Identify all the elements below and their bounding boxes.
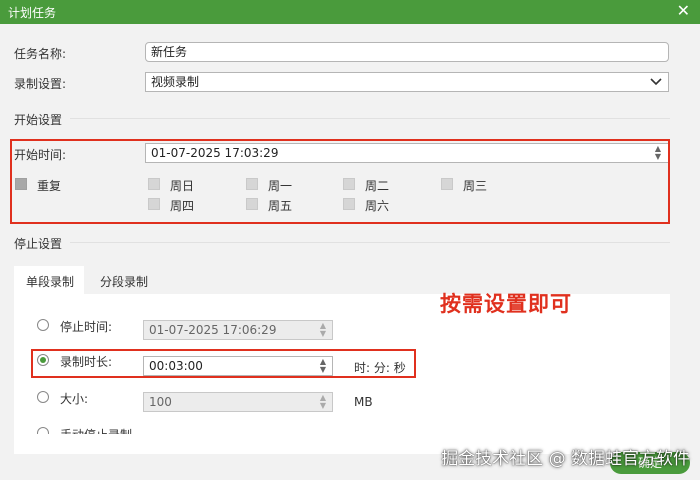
highlight-box-duration [31,349,416,378]
manual-stop-label: 手动停止录制 [60,426,132,434]
spinner-arrows-icon[interactable]: ▲ ▼ [317,394,329,410]
stop-time-value: 01-07-2025 17:06:29 [149,323,277,337]
task-name-input[interactable]: 新任务 [145,42,669,62]
close-icon[interactable]: ✕ [677,2,690,20]
tab-single-segment-label: 单段录制 [26,275,75,289]
manual-stop-radio[interactable] [37,427,49,434]
tab-multi-segment[interactable]: 分段录制 [88,266,164,294]
task-name-label: 任务名称: [14,47,67,61]
annotation-text: 按需设置即可 [440,292,572,316]
start-settings-title: 开始设置 [14,113,63,127]
watermark-text: 掘金技术社区 @ 数据蛙官方软件 [441,449,690,469]
record-setting-select[interactable]: 视频录制 [145,72,669,92]
manual-stop-row[interactable]: 手动停止录制 [30,424,230,434]
spinner-arrows-icon[interactable]: ▲ ▼ [317,322,329,338]
size-label: 大小: [60,392,89,406]
record-setting-value: 视频录制 [151,75,200,89]
size-value: 100 [149,395,172,409]
chevron-down-icon [650,78,662,86]
stop-time-input[interactable]: 01-07-2025 17:06:29 ▲ ▼ [143,320,333,340]
record-setting-label: 录制设置: [14,77,67,91]
size-unit: MB [354,395,373,409]
stop-time-label: 停止时间: [60,320,113,334]
title-bar: 计划任务 ✕ [0,0,700,24]
size-input[interactable]: 100 ▲ ▼ [143,392,333,412]
stop-time-radio[interactable] [37,319,49,331]
tab-multi-segment-label: 分段录制 [100,275,149,289]
stop-settings-title: 停止设置 [14,237,63,251]
size-radio[interactable] [37,391,49,403]
window-title: 计划任务 [8,6,57,20]
start-settings-divider [70,118,670,119]
highlight-box-start [10,139,670,224]
task-name-value: 新任务 [151,45,188,59]
tab-single-segment[interactable]: 单段录制 [14,266,84,294]
stop-settings-divider [70,242,670,243]
